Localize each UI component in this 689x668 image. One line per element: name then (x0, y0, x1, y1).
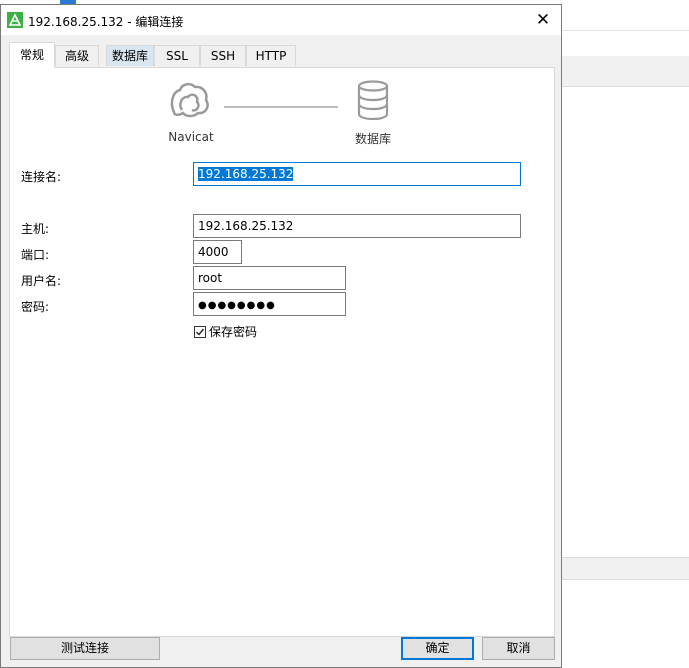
navicat-icon (170, 82, 209, 118)
port-value: 4000 (198, 245, 229, 259)
background-app-statusbar (562, 557, 689, 580)
connection-name-label: 连接名: (21, 170, 62, 184)
tab-advanced[interactable]: 高级 (55, 45, 99, 66)
tab-http[interactable]: HTTP (246, 45, 296, 66)
test-connection-button[interactable]: 测试连接 (10, 637, 160, 660)
window-title: 192.168.25.132 - 编辑连接 (28, 15, 184, 29)
save-password-checkbox[interactable] (194, 325, 206, 338)
test-connection-label: 测试连接 (60, 641, 109, 655)
username-input[interactable]: root (193, 266, 346, 290)
general-tab-panel: Navicat 数据库 连接名: 192.168.25.132 主机: 192.… (9, 67, 555, 637)
background-app-toolbar (562, 30, 689, 58)
username-value: root (198, 271, 223, 285)
cancel-button[interactable]: 取消 (482, 637, 555, 660)
tab-databases[interactable]: 数据库 (106, 45, 154, 66)
port-label: 端口: (21, 248, 50, 262)
checkmark-icon (196, 328, 205, 336)
tab-label: SSL (166, 49, 188, 63)
tab-ssl[interactable]: SSL (154, 45, 200, 66)
tab-ssh[interactable]: SSH (200, 45, 246, 66)
database-label: 数据库 (354, 132, 391, 146)
navicat-app-icon (7, 12, 23, 28)
port-input[interactable]: 4000 (193, 240, 242, 264)
host-input[interactable]: 192.168.25.132 (193, 214, 521, 238)
save-password-label: 保存密码 (209, 325, 258, 339)
host-label: 主机: (21, 222, 50, 236)
background-app-header (562, 56, 689, 87)
tab-label: 数据库 (111, 49, 148, 63)
password-label: 密码: (21, 300, 50, 314)
password-value: ●●●●●●●● (198, 300, 276, 311)
tab-label: HTTP (255, 49, 287, 63)
connection-name-input[interactable]: 192.168.25.132 (193, 162, 521, 186)
tab-general[interactable]: 常规 (9, 42, 55, 68)
close-icon: ✕ (535, 10, 551, 30)
tab-label: SSH (210, 49, 236, 63)
ok-button[interactable]: 确定 (401, 637, 474, 660)
navicat-label: Navicat (168, 130, 214, 144)
ok-label: 确定 (425, 641, 450, 655)
close-button[interactable]: ✕ (525, 5, 561, 35)
connection-name-value: 192.168.25.132 (198, 167, 294, 181)
title-bar: 192.168.25.132 - 编辑连接 ✕ (1, 5, 561, 35)
password-input[interactable]: ●●●●●●●● (193, 292, 346, 316)
save-password-option[interactable]: 保存密码 (194, 323, 257, 340)
database-icon (357, 80, 389, 120)
cancel-label: 取消 (506, 641, 531, 655)
edit-connection-dialog: 192.168.25.132 - 编辑连接 ✕ 常规 高级 数据库 SSL SS… (0, 4, 562, 668)
tab-label: 常规 (19, 48, 44, 62)
tab-label: 高级 (64, 49, 89, 63)
host-value: 192.168.25.132 (198, 219, 294, 233)
username-label: 用户名: (21, 274, 62, 288)
connection-line (224, 106, 338, 108)
